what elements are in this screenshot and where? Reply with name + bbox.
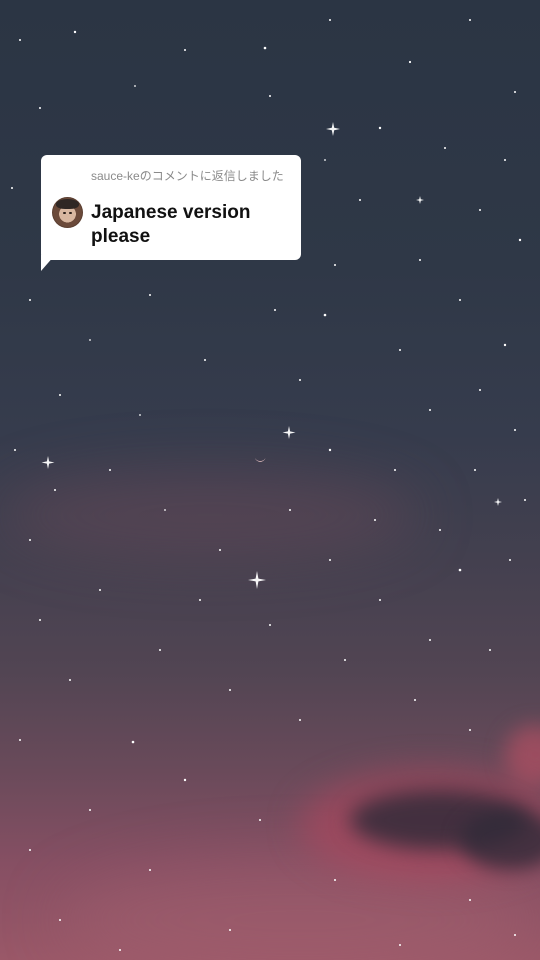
quoted-comment-text: Japanese version please	[91, 202, 251, 247]
video-frame: sauce-keのコメントに返信しました Japanese version pl…	[0, 0, 540, 960]
reply-comment-sticker[interactable]: sauce-keのコメントに返信しました Japanese version pl…	[41, 155, 301, 260]
user-avatar-icon[interactable]	[52, 197, 83, 228]
avatar-eye	[69, 212, 72, 214]
starfield	[11, 19, 526, 951]
avatar-eye	[63, 212, 66, 214]
avatar-hair	[56, 199, 79, 209]
reply-header-text: sauce-keのコメントに返信しました	[91, 169, 284, 183]
crescent-moon-icon	[255, 458, 266, 462]
